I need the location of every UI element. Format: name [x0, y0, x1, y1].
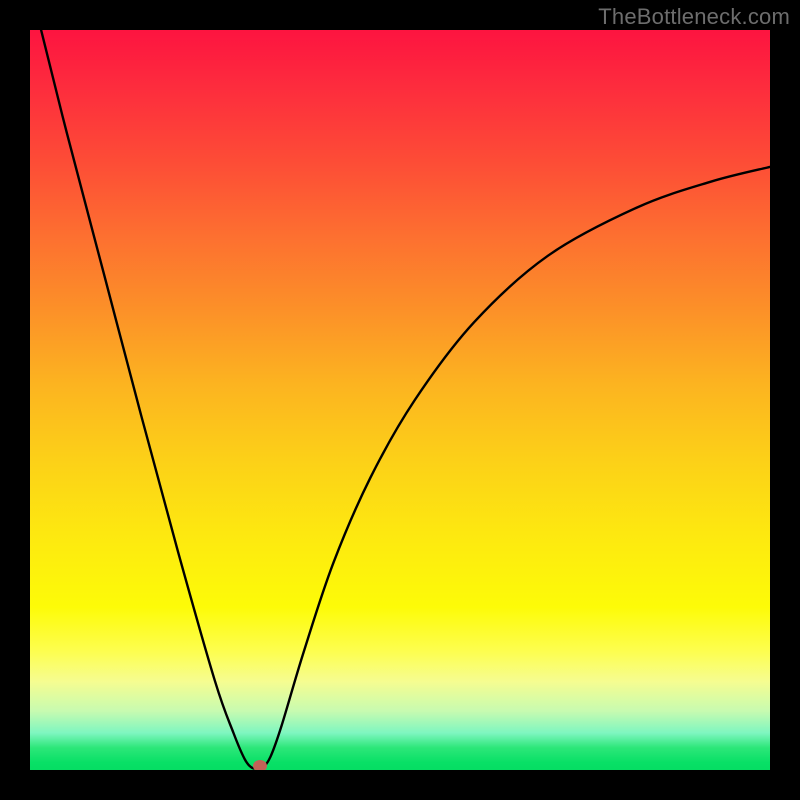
curve-svg — [30, 30, 770, 770]
chart-frame: TheBottleneck.com — [0, 0, 800, 800]
plot-area — [30, 30, 770, 770]
bottleneck-curve — [41, 30, 770, 769]
optimum-marker — [253, 760, 267, 770]
watermark-text: TheBottleneck.com — [598, 4, 790, 30]
